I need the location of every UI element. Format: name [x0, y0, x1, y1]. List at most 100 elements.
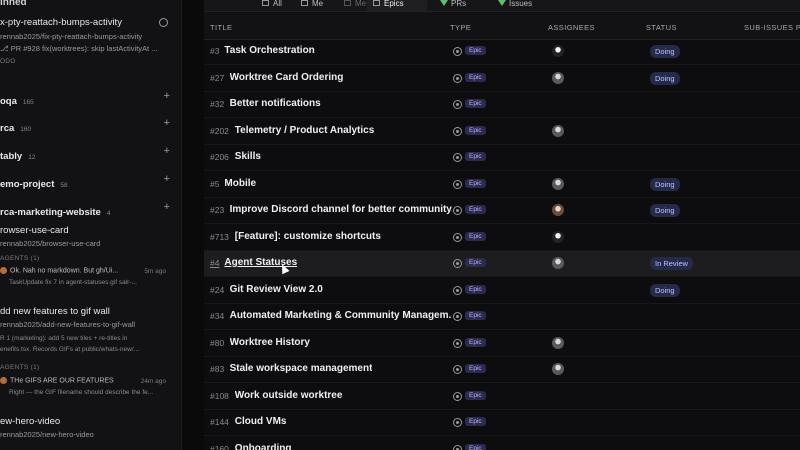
add-icon[interactable]: + — [164, 173, 170, 185]
issue-title[interactable]: Automated Marketing & Community Managem.… — [230, 310, 452, 321]
issue-type-icon — [453, 444, 462, 450]
project-0[interactable]: oqa 165 + — [0, 90, 181, 107]
table-row[interactable]: #4 Agent Statuses Epic In Review — [204, 251, 800, 277]
tab-epics[interactable]: Epics — [367, 0, 427, 11]
issue-type-icon — [453, 100, 462, 109]
issue-title[interactable]: Work outside worktree — [235, 390, 343, 401]
table-row[interactable]: #80 Worktree History Epic — [204, 331, 800, 357]
table-row[interactable]: #160 Onboarding Epic — [204, 437, 800, 450]
status-badge[interactable]: In Review — [650, 257, 693, 270]
pinned-worktree[interactable]: x-pty-reattach-bumps-activity — [0, 17, 181, 28]
issue-number: #5 — [210, 178, 220, 189]
add-icon[interactable]: + — [164, 90, 170, 102]
add-icon[interactable]: + — [164, 145, 170, 157]
issue-title[interactable]: Cloud VMs — [235, 416, 287, 427]
assignee-avatar[interactable] — [552, 71, 564, 84]
worktree-title[interactable]: ew-hero-video — [0, 416, 181, 427]
tab-spacer — [256, 0, 268, 11]
table-row[interactable]: #108 Work outside worktree Epic — [204, 384, 800, 410]
pinned-worktree-pr[interactable]: ⎇ PR #928 fix(worktrees): skip lastActiv… — [0, 44, 181, 53]
project-count: 160 — [20, 126, 32, 133]
issue-title[interactable]: Git Review View 2.0 — [230, 284, 323, 295]
assignee-avatar[interactable] — [552, 124, 564, 137]
issue-title[interactable]: Task Orchestration — [224, 45, 314, 56]
project-name: oqa — [0, 96, 17, 107]
worktree-pr-line: R 1 (marketing): add 5 new tiles + re-ti… — [0, 335, 128, 342]
table-row[interactable]: #713 [Feature]: customize shortcuts Epic — [204, 225, 800, 251]
add-icon[interactable]: + — [164, 117, 170, 129]
assignee-avatar[interactable] — [552, 363, 564, 375]
status-badge[interactable]: Doing — [650, 177, 680, 191]
status-badge[interactable]: Doing — [650, 71, 680, 85]
table-row[interactable]: #3 Task Orchestration Epic Doing — [204, 39, 800, 65]
issue-title[interactable]: Better notifications — [230, 98, 321, 109]
assignee-avatar[interactable] — [552, 204, 564, 216]
type-badge: Epic — [465, 417, 486, 426]
column-subissues[interactable]: SUB-ISSUES PR — [744, 23, 800, 32]
table-row[interactable]: #206 Skills Epic — [204, 145, 800, 171]
project-count: 12 — [28, 154, 36, 161]
table-row[interactable]: #27 Worktree Card Ordering Epic Doing — [204, 66, 800, 92]
tab-me[interactable]: Me — [295, 0, 329, 11]
issue-title[interactable]: Worktree History — [230, 337, 310, 348]
table-row[interactable]: #144 Cloud VMs Epic — [204, 410, 800, 436]
agent-time: 24m ago — [140, 378, 166, 385]
column-status[interactable]: STATUS — [646, 23, 677, 32]
status-badge[interactable]: Doing — [650, 283, 680, 297]
issue-title[interactable]: Stale workspace management — [230, 363, 373, 374]
type-badge: Epic — [465, 443, 486, 450]
triangle-icon — [440, 0, 448, 6]
sidebar-section-header: inned — [0, 0, 27, 8]
status-badge[interactable]: Doing — [650, 204, 680, 217]
pinned-worktree-title: x-pty-reattach-bumps-activity — [0, 17, 122, 28]
assignee-avatar[interactable] — [552, 336, 564, 349]
add-icon[interactable]: + — [164, 201, 170, 213]
tab-issues[interactable]: Issues — [492, 0, 538, 11]
table-row[interactable]: #32 Better notifications Epic — [204, 92, 800, 118]
worktree-title[interactable]: rowser-use-card — [0, 225, 181, 236]
project-1[interactable]: rca 160 + — [0, 117, 181, 134]
worktree-title[interactable]: dd new features to gif wall — [0, 306, 181, 317]
tab-prs[interactable]: PRs — [434, 0, 472, 11]
issue-number: #144 — [210, 417, 229, 427]
project-2[interactable]: tably 12 + — [0, 145, 181, 162]
assignee-avatar[interactable] — [552, 230, 564, 243]
issue-title[interactable]: [Feature]: customize shortcuts — [235, 231, 381, 242]
type-badge: Epic — [465, 258, 486, 267]
table-row[interactable]: #34 Automated Marketing & Community Manag… — [204, 304, 800, 330]
issue-title[interactable]: Telemetry / Product Analytics — [235, 125, 375, 136]
status-badge[interactable]: Doing — [650, 45, 680, 58]
agent-icon — [0, 377, 7, 384]
project-4[interactable]: rca-marketing-website 4 + — [0, 201, 181, 218]
agent-detail: TaskUpdate fix 7 in agent-statuses.gif s… — [9, 279, 137, 286]
pinned-pr-text: fix(worktrees): skip lastActivityAt ... — [42, 44, 158, 53]
issue-number: #4 — [210, 258, 220, 268]
issue-type-icon — [453, 259, 462, 268]
type-badge: Epic — [465, 284, 486, 294]
table-row[interactable]: #24 Git Review View 2.0 Epic Doing — [204, 278, 800, 304]
assignee-avatar[interactable] — [552, 177, 564, 190]
issue-number: #713 — [210, 231, 229, 242]
project-3[interactable]: emo-project 58 + — [0, 173, 181, 190]
agent-row[interactable]: THe GIFS ARE OUR FEATURES 24m ago — [0, 377, 181, 385]
table-row[interactable]: #83 Stale workspace management Epic — [204, 357, 800, 383]
table-row[interactable]: #5 Mobile Epic Doing — [204, 172, 800, 198]
issue-title[interactable]: Mobile — [224, 178, 256, 189]
tab-label: PRs — [451, 0, 467, 8]
assignee-avatar[interactable] — [552, 257, 564, 269]
assignee-avatar[interactable] — [552, 45, 564, 57]
issue-title[interactable]: Improve Discord channel for better commu… — [230, 204, 452, 215]
agent-row[interactable]: Ok. Nah no markdown. But gh/Ui... 5m ago — [0, 267, 181, 275]
table-row[interactable]: #202 Telemetry / Product Analytics Epic — [204, 119, 800, 145]
issue-title[interactable]: Skills — [235, 151, 261, 162]
column-title[interactable]: TITLE — [210, 23, 232, 32]
issue-title[interactable]: Onboarding — [235, 443, 292, 450]
type-badge: Epic — [465, 337, 486, 347]
table-row[interactable]: #23 Improve Discord channel for better co… — [204, 198, 800, 224]
agent-message: Ok. Nah no markdown. But gh/Ui... — [10, 267, 119, 275]
tab-label: Epics — [384, 0, 404, 8]
column-type[interactable]: TYPE — [450, 23, 471, 32]
pinned-worktree-status: ODO — [0, 58, 16, 65]
issue-title[interactable]: Worktree Card Ordering — [230, 72, 344, 83]
column-assignees[interactable]: ASSIGNEES — [548, 23, 595, 32]
